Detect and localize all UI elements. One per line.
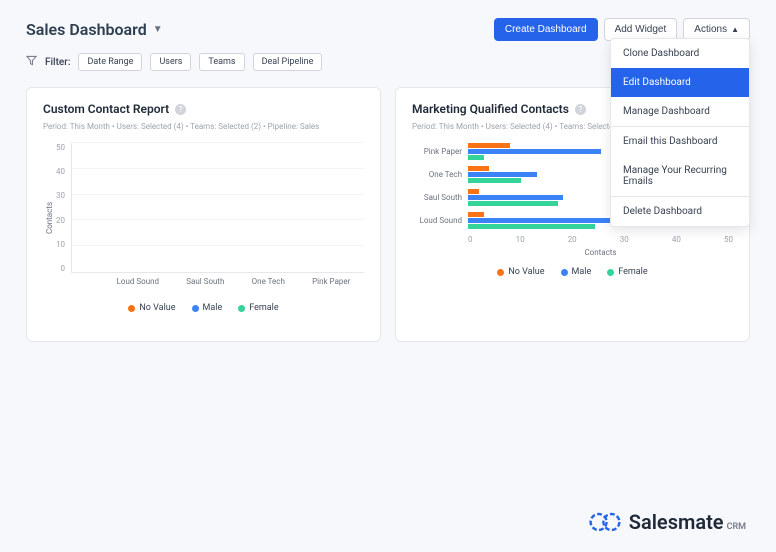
bar <box>468 172 537 177</box>
x-axis-label: Contacts <box>468 248 733 257</box>
help-icon[interactable]: ? <box>175 104 186 115</box>
category-label: Saul South <box>412 193 468 202</box>
menu-item[interactable]: Manage Your Recurring Emails <box>611 156 749 196</box>
legend-novalue: No Value <box>128 303 175 313</box>
menu-item[interactable]: Clone Dashboard <box>611 39 749 68</box>
card-period: Period: This Month • Users: Selected (4)… <box>43 122 364 131</box>
legend-male: Male <box>561 267 592 277</box>
salesmate-logo-icon <box>589 512 621 532</box>
legend-female: Female <box>238 303 278 313</box>
bar <box>468 224 595 229</box>
filter-chip-date-range[interactable]: Date Range <box>78 53 142 71</box>
card-custom-contact-report: Custom Contact Report ? Period: This Mon… <box>26 87 381 342</box>
bar <box>468 195 563 200</box>
bar <box>468 189 479 194</box>
caret-up-icon: ▲ <box>731 25 739 34</box>
filter-chip-users[interactable]: Users <box>150 53 191 71</box>
chart-legend: No Value Male Female <box>43 303 364 313</box>
bar <box>468 178 521 183</box>
y-axis-label: Contacts <box>43 143 56 293</box>
help-icon[interactable]: ? <box>575 104 586 115</box>
actions-dropdown-menu: Clone DashboardEdit DashboardManage Dash… <box>610 38 750 227</box>
y-axis-ticks: 50 40 30 20 10 0 <box>56 143 71 273</box>
bar <box>468 155 484 160</box>
filter-chip-teams[interactable]: Teams <box>199 53 244 71</box>
card-title: Custom Contact Report <box>43 102 169 116</box>
dashboard-title-dropdown[interactable]: Sales Dashboard ▼ <box>26 20 163 39</box>
bar <box>468 149 601 154</box>
card-title: Marketing Qualified Contacts <box>412 102 569 116</box>
filter-chip-deal-pipeline[interactable]: Deal Pipeline <box>253 53 323 71</box>
page-title: Sales Dashboard <box>26 20 147 39</box>
legend-male: Male <box>192 303 223 313</box>
legend-novalue: No Value <box>497 267 544 277</box>
bar <box>468 166 489 171</box>
caret-down-icon: ▼ <box>153 24 163 35</box>
bar <box>468 212 484 217</box>
brand-footer: Salesmate CRM <box>589 510 746 534</box>
brand-name: Salesmate CRM <box>629 510 746 534</box>
menu-item[interactable]: Manage Dashboard <box>611 97 749 126</box>
chart-legend: No Value Male Female <box>412 267 733 277</box>
bar <box>468 201 558 206</box>
menu-item[interactable]: Delete Dashboard <box>611 197 749 226</box>
plot-area <box>71 143 364 273</box>
filter-label: Filter: <box>45 57 70 68</box>
actions-label: Actions <box>694 24 727 35</box>
x-axis-ticks: 01020304050 <box>468 235 733 244</box>
menu-item[interactable]: Edit Dashboard <box>611 68 749 97</box>
category-label: Pink Paper <box>412 147 468 156</box>
menu-item[interactable]: Email this Dashboard <box>611 127 749 156</box>
filter-icon <box>26 55 37 69</box>
x-axis-ticks: Loud SoundSaul SouthOne TechPink Paper <box>103 277 364 286</box>
category-label: One Tech <box>412 170 468 179</box>
vertical-bar-chart: Contacts 50 40 30 20 10 0 Loud SoundSau <box>43 143 364 293</box>
legend-female: Female <box>607 267 647 277</box>
create-dashboard-button[interactable]: Create Dashboard <box>494 18 598 41</box>
bar <box>468 143 510 148</box>
category-label: Loud Sound <box>412 216 468 225</box>
